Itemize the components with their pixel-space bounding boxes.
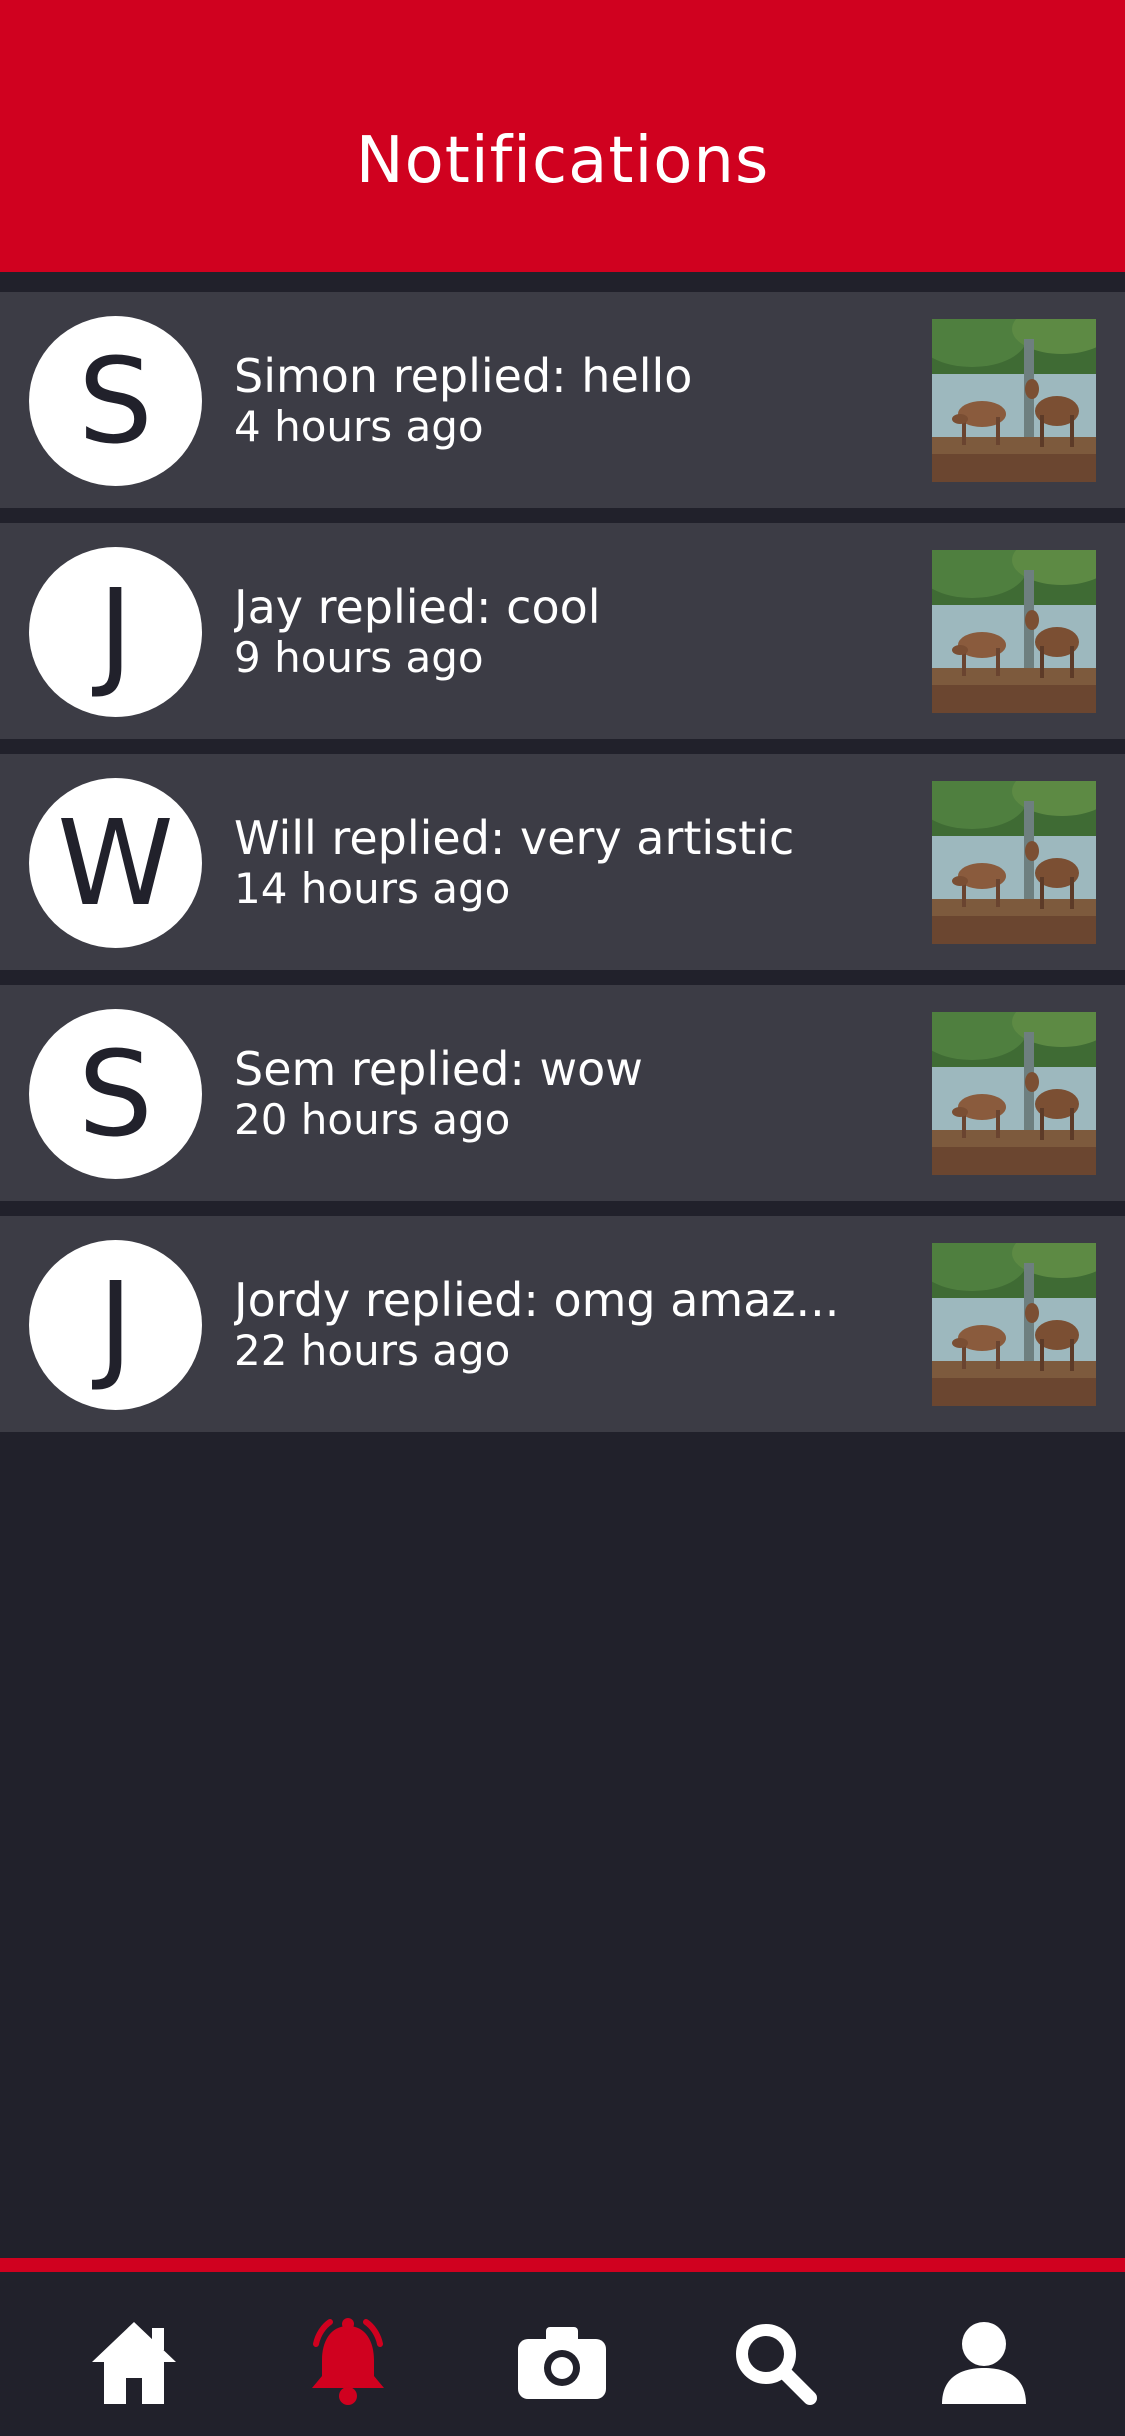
camera-icon	[516, 2323, 608, 2405]
notification-text: Sem replied: wow 20 hours ago	[234, 1043, 894, 1145]
post-thumbnail[interactable]	[932, 781, 1096, 944]
avatar[interactable]: W	[29, 778, 202, 948]
notification-list: S Simon replied: hello 4 hours ago J Jay…	[0, 292, 1125, 1447]
notification-row[interactable]: S Sem replied: wow 20 hours ago	[0, 985, 1125, 1201]
user-icon	[938, 2318, 1030, 2410]
notification-message: Jordy replied: omg amaz...	[234, 1274, 840, 1326]
nav-camera[interactable]	[512, 2314, 612, 2414]
nav-home[interactable]	[84, 2314, 184, 2414]
notification-message: Sem replied: wow	[234, 1043, 643, 1095]
notification-message: Will replied: very artistic	[234, 812, 795, 864]
page-title: Notifications	[355, 124, 770, 198]
home-icon	[88, 2318, 180, 2410]
avatar-initial: W	[57, 794, 174, 932]
notification-time: 4 hours ago	[234, 402, 484, 451]
notification-message: Simon replied: hello	[234, 350, 693, 402]
avatar-initial: S	[78, 1025, 153, 1163]
search-icon	[730, 2318, 818, 2410]
avatar[interactable]: J	[29, 547, 202, 717]
post-thumbnail[interactable]	[932, 1012, 1096, 1175]
nav-search[interactable]	[724, 2314, 824, 2414]
post-thumbnail[interactable]	[932, 319, 1096, 482]
notification-text: Jordy replied: omg amaz... 22 hours ago	[234, 1274, 894, 1376]
avatar[interactable]: S	[29, 1009, 202, 1179]
avatar-initial: J	[98, 1256, 133, 1394]
post-thumbnail[interactable]	[932, 1243, 1096, 1406]
notification-row[interactable]: S Simon replied: hello 4 hours ago	[0, 292, 1125, 508]
avatar[interactable]: J	[29, 1240, 202, 1410]
notification-text: Will replied: very artistic 14 hours ago	[234, 812, 894, 914]
nav-notifications[interactable]	[298, 2314, 398, 2414]
bell-icon	[300, 2316, 396, 2412]
notification-text: Simon replied: hello 4 hours ago	[234, 350, 894, 452]
notification-time: 22 hours ago	[234, 1326, 511, 1375]
post-thumbnail[interactable]	[932, 550, 1096, 713]
nav-profile[interactable]	[934, 2314, 1034, 2414]
notification-time: 14 hours ago	[234, 864, 511, 913]
notification-message: Jay replied: cool	[234, 581, 601, 633]
bottom-nav	[0, 2258, 1125, 2436]
notification-text: Jay replied: cool 9 hours ago	[234, 581, 894, 683]
notification-row[interactable]: W Will replied: very artistic 14 hours a…	[0, 754, 1125, 970]
notification-time: 9 hours ago	[234, 633, 484, 682]
notification-row[interactable]: J Jay replied: cool 9 hours ago	[0, 523, 1125, 739]
avatar-initial: S	[78, 332, 153, 470]
avatar-initial: J	[98, 563, 133, 701]
notification-time: 20 hours ago	[234, 1095, 511, 1144]
notification-row[interactable]: J Jordy replied: omg amaz... 22 hours ag…	[0, 1216, 1125, 1432]
header: Notifications	[0, 0, 1125, 272]
avatar[interactable]: S	[29, 316, 202, 486]
